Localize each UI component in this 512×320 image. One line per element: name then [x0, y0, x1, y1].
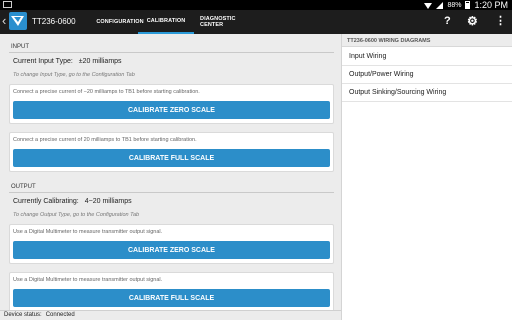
output-type-line: Currently Calibrating: 4−20 milliamps — [13, 198, 132, 205]
input-zero-card: Connect a precise current of −20 milliam… — [9, 84, 334, 124]
input-divider — [9, 52, 334, 53]
output-full-instructions: Use a Digital Multimeter to measure tran… — [13, 277, 163, 283]
input-full-card: Connect a precise current of 20 milliamp… — [9, 132, 334, 172]
wiring-item-output-sinking-sourcing[interactable]: Output Sinking/Sourcing Wiring — [342, 84, 512, 102]
output-type-value: 4−20 milliamps — [84, 198, 132, 205]
wiring-item-input[interactable]: Input Wiring — [342, 48, 512, 66]
wiring-diagrams-title: TT236-0600 WIRING DIAGRAMS — [342, 34, 512, 47]
device-status-label: Device status: — [4, 312, 42, 318]
status-icons: 88% 1:20 PM — [424, 0, 508, 10]
gear-icon[interactable]: ⚙ — [467, 14, 478, 28]
input-zero-instructions: Connect a precise current of −20 milliam… — [13, 89, 200, 95]
app-title: TT236-0600 — [32, 17, 76, 26]
logo-arrow-icon — [11, 16, 24, 26]
output-full-card: Use a Digital Multimeter to measure tran… — [9, 272, 334, 312]
output-hint: To change Output Type, go to the Configu… — [13, 212, 140, 218]
wifi-icon — [424, 2, 433, 9]
output-divider — [9, 192, 334, 193]
signal-icon — [436, 1, 444, 9]
input-type-label: Current Input Type: — [13, 58, 73, 65]
clock: 1:20 PM — [474, 0, 508, 10]
system-status-bar: 88% 1:20 PM — [0, 0, 512, 10]
input-full-instructions: Connect a precise current of 20 milliamp… — [13, 137, 197, 143]
output-calibrate-full-button[interactable]: CALIBRATE FULL SCALE — [13, 289, 330, 307]
action-bar: ‹ TT236-0600 CONFIGURATION CALIBRATION D… — [0, 10, 512, 34]
output-zero-card: Use a Digital Multimeter to measure tran… — [9, 224, 334, 264]
input-type-line: Current Input Type: ±20 milliamps — [13, 58, 122, 65]
tab-calibration[interactable]: CALIBRATION — [138, 10, 194, 34]
gallery-notification-icon — [3, 1, 12, 8]
battery-percent: 88% — [447, 1, 462, 9]
output-calibrate-zero-button[interactable]: CALIBRATE ZERO SCALE — [13, 241, 330, 259]
output-type-label: Currently Calibrating: — [13, 198, 79, 205]
input-calibrate-zero-button[interactable]: CALIBRATE ZERO SCALE — [13, 101, 330, 119]
device-status-value: Connected — [45, 312, 75, 318]
input-hint: To change Input Type, go to the Configur… — [13, 72, 135, 78]
output-zero-instructions: Use a Digital Multimeter to measure tran… — [13, 229, 163, 235]
battery-icon — [465, 1, 471, 9]
input-type-value: ±20 milliamps — [78, 58, 122, 65]
help-icon[interactable]: ? — [444, 14, 451, 28]
wiring-diagrams-panel: TT236-0600 WIRING DIAGRAMS Input Wiring … — [341, 34, 512, 320]
app-logo-icon[interactable] — [9, 12, 27, 30]
input-section-title: INPUT — [11, 44, 29, 50]
tab-diagnostic-center[interactable]: DIAGNOSTIC CENTER — [200, 10, 256, 34]
calibration-panel: INPUT Current Input Type: ±20 milliamps T… — [0, 34, 341, 314]
input-calibrate-full-button[interactable]: CALIBRATE FULL SCALE — [13, 149, 330, 167]
overflow-menu-icon[interactable]: ⋮ — [495, 14, 506, 28]
wiring-item-output-power[interactable]: Output/Power Wiring — [342, 66, 512, 84]
device-status-bar: Device status: Connected — [0, 310, 341, 320]
output-section-title: OUTPUT — [11, 184, 36, 190]
back-chevron-icon[interactable]: ‹ — [2, 14, 6, 28]
